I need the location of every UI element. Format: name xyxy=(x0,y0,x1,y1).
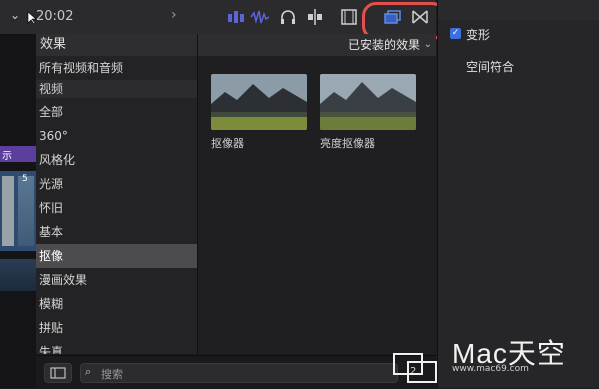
sidebar-item-keying[interactable]: 抠像 xyxy=(36,244,197,268)
cursor-arrow-icon xyxy=(27,10,37,25)
sidebar-item-all[interactable]: 全部 xyxy=(36,100,197,124)
inspector-panel: ✓ 变形 空间符合 xyxy=(437,0,599,388)
sidebar-item-blur[interactable]: 模糊 xyxy=(36,292,197,316)
sidebar-item-stylize[interactable]: 风格化 xyxy=(36,148,197,172)
watermark-monitor-icon xyxy=(392,352,438,384)
sidebar-item-light[interactable]: 光源 xyxy=(36,172,197,196)
clip-label: 5 xyxy=(22,174,28,184)
sidebar-item-360[interactable]: 360° xyxy=(36,124,197,148)
effect-thumbnail-keyer[interactable] xyxy=(211,74,307,130)
chevron-right-icon[interactable]: › xyxy=(171,7,177,23)
search-icon: ⌕ xyxy=(85,365,92,378)
effect-thumbnail-luma-keyer[interactable] xyxy=(320,74,416,130)
watermark-url: www.mac69.com xyxy=(452,364,529,374)
timecode: 20:02 xyxy=(36,9,74,24)
waveform-icon[interactable] xyxy=(250,8,270,26)
effect-label-luma-keyer: 亮度抠像器 xyxy=(320,137,375,150)
effects-sidebar: 效果 所有视频和音频 视频 全部 360° 风格化 光源 怀旧 基本 抠像 漫画… xyxy=(36,34,198,354)
effect-label-keyer: 抠像器 xyxy=(211,137,244,150)
sidebar-toggle-button[interactable] xyxy=(44,363,72,383)
sidebar-icon xyxy=(50,367,66,379)
sidebar-header: 效果 xyxy=(36,34,197,56)
search-field[interactable]: ⌕ xyxy=(80,363,398,384)
chevron-down-icon[interactable]: ⌄ xyxy=(10,8,20,22)
sidebar-item-tiling[interactable]: 拼贴 xyxy=(36,316,197,340)
sidebar-item-all-video-audio[interactable]: 所有视频和音频 xyxy=(36,56,197,80)
transform-checkbox[interactable]: ✓ xyxy=(450,28,461,39)
sidebar-item-basics[interactable]: 基本 xyxy=(36,220,197,244)
clip-thumbnail xyxy=(18,176,34,246)
film-icon[interactable] xyxy=(339,8,359,26)
installed-effects-dropdown[interactable]: 已安装的效果 ⌄ xyxy=(198,34,436,56)
sidebar-item-retro[interactable]: 怀旧 xyxy=(36,196,197,220)
skimming-icon[interactable] xyxy=(305,8,325,26)
sidebar-item-distortion[interactable]: 失真 xyxy=(36,340,197,354)
timeline-strip: 示 5 xyxy=(0,34,36,388)
headphones-icon[interactable] xyxy=(278,8,298,26)
spatial-conform-label: 空间符合 xyxy=(466,60,515,74)
sidebar-group-video[interactable]: 视频 xyxy=(36,80,197,98)
video-clip[interactable]: 5 xyxy=(0,171,36,251)
transform-label: 变形 xyxy=(466,28,491,42)
effects-content: 已安装的效果 ⌄ 抠像器 亮度抠像器 xyxy=(198,34,436,354)
timeline-clip[interactable]: 示 xyxy=(0,146,36,162)
sidebar-item-comic[interactable]: 漫画效果 xyxy=(36,268,197,292)
timeline-clip-label: 示 xyxy=(2,151,12,162)
clip-handle[interactable] xyxy=(2,176,14,246)
chevron-down-icon: ⌄ xyxy=(423,39,432,50)
search-input[interactable] xyxy=(99,364,393,384)
installed-effects-label: 已安装的效果 xyxy=(347,38,420,52)
inspector-ruler xyxy=(438,0,599,20)
browser-bottom-bar: ⌕ 2 xyxy=(36,355,436,389)
audio-waveform xyxy=(0,259,36,291)
audio-clip-icon[interactable] xyxy=(226,8,246,26)
